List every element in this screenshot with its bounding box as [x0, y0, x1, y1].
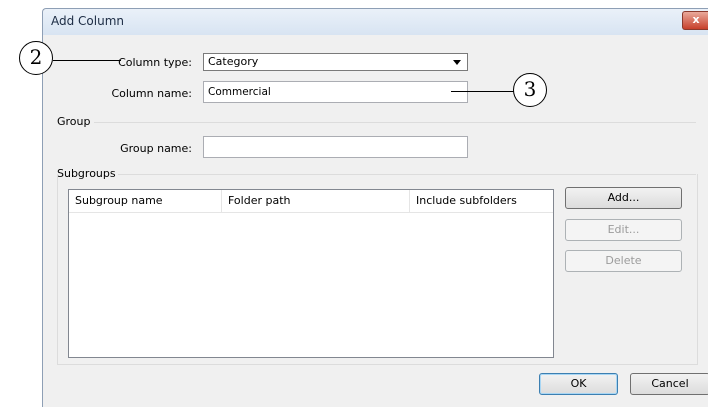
column-name-value: Commercial [208, 86, 271, 98]
subgroups-list-header: Subgroup name Folder path Include subfol… [69, 190, 553, 213]
column-type-label: Column type: [118, 56, 192, 69]
column-name-label: Column name: [111, 87, 192, 100]
group-name-input[interactable] [203, 136, 468, 158]
close-icon[interactable]: x [682, 11, 708, 30]
subgroups-list[interactable]: Subgroup name Folder path Include subfol… [68, 189, 554, 358]
delete-button[interactable]: Delete [565, 250, 682, 272]
dialog-body: Column type: Category Column name: Comme… [44, 35, 708, 407]
callout-2-marker: 2 [19, 41, 53, 75]
group-divider [94, 122, 696, 123]
chevron-down-icon [453, 60, 461, 65]
column-header-folder-path[interactable]: Folder path [222, 190, 410, 212]
add-button[interactable]: Add... [565, 187, 682, 209]
dialog-titlebar[interactable]: Add Column x [43, 9, 708, 35]
group-section-title: Group [57, 115, 91, 128]
callout-3-marker: 3 [513, 73, 547, 107]
column-type-value: Category [208, 55, 259, 68]
callout-3-leader-line [451, 91, 514, 92]
column-header-subgroup-name[interactable]: Subgroup name [69, 190, 222, 212]
add-column-dialog: Add Column x Column type: Category Colum… [42, 8, 708, 407]
callout-2-leader-line [53, 60, 121, 61]
cancel-button[interactable]: Cancel [630, 373, 708, 395]
column-type-dropdown[interactable]: Category [203, 53, 468, 71]
ok-button[interactable]: OK [539, 373, 618, 395]
column-header-include-subfolders[interactable]: Include subfolders [410, 190, 553, 212]
dialog-title: Add Column [51, 14, 125, 28]
column-name-input[interactable]: Commercial [203, 81, 468, 103]
edit-button[interactable]: Edit... [565, 219, 682, 241]
group-name-label: Group name: [120, 142, 192, 155]
